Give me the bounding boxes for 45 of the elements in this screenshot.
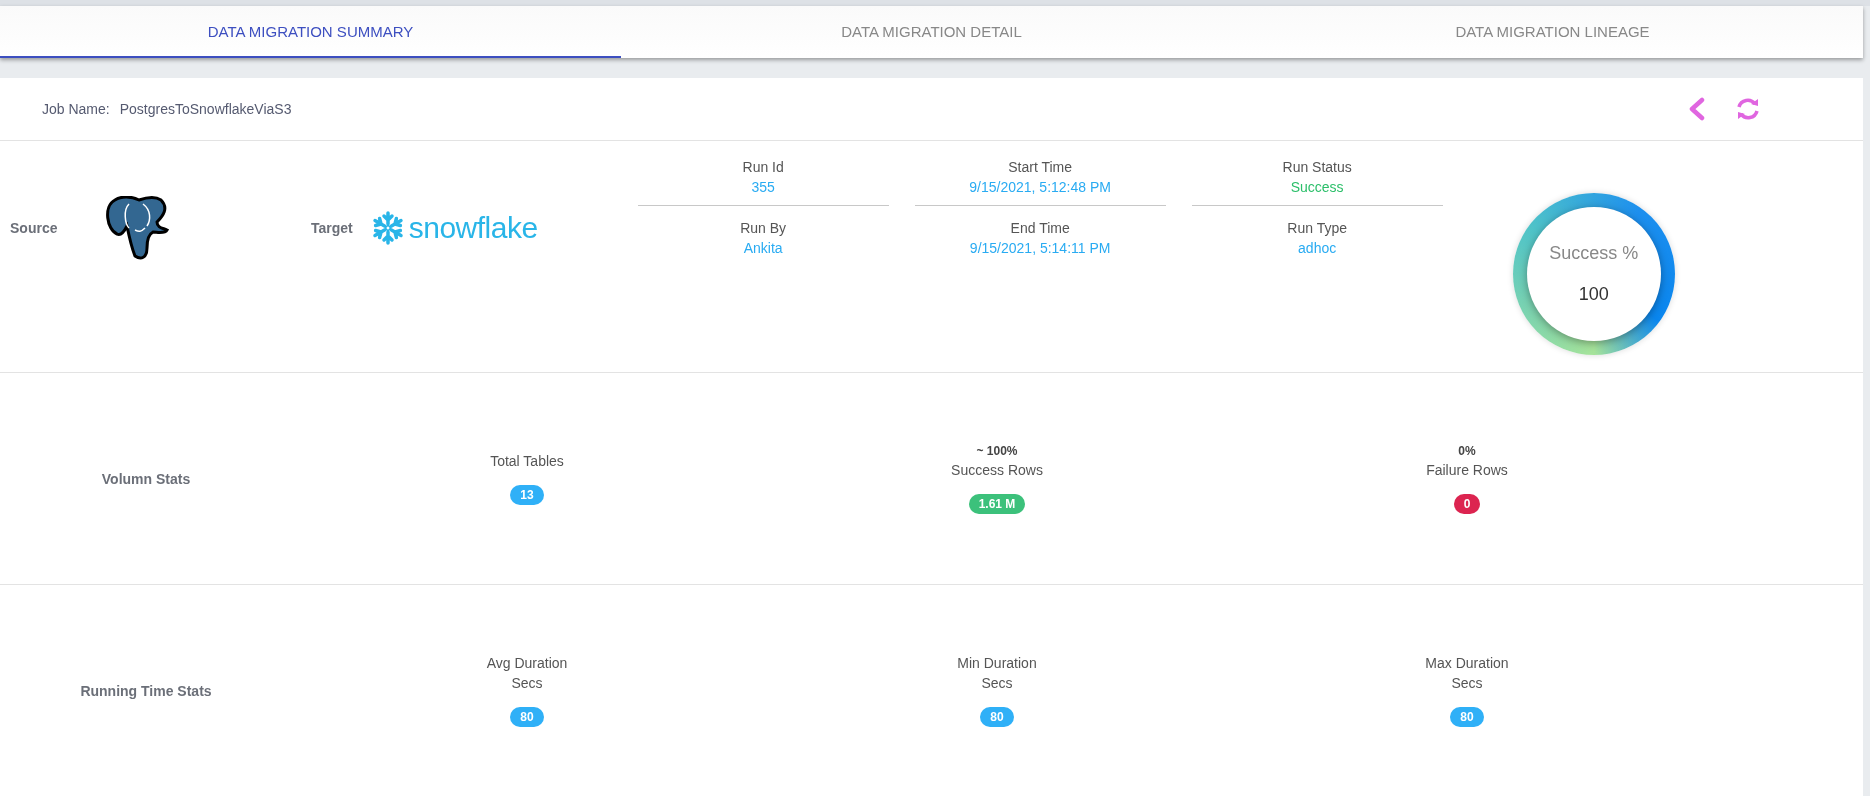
- job-name-label: Job Name:: [42, 101, 110, 117]
- duration-badge: 80: [510, 706, 544, 727]
- duration-badge: 80: [980, 706, 1014, 727]
- stat-percent: 0%: [1458, 443, 1476, 458]
- stat-percent: ~ 100%: [976, 443, 1018, 458]
- snowflake-icon: [370, 211, 405, 245]
- field-label: Run Id: [742, 159, 784, 175]
- tab[interactable]: DATA MIGRATION SUMMARY: [0, 6, 621, 58]
- count-badge: 1.61 M: [968, 493, 1026, 514]
- stat-label: Max Duration: [1425, 654, 1509, 671]
- section-label: Volumn Stats: [100, 470, 192, 487]
- field-value: 9/15/2021, 5:14:11 PM: [969, 240, 1111, 256]
- tab[interactable]: DATA MIGRATION LINEAGE: [1242, 6, 1863, 58]
- field-label: End Time: [1010, 220, 1070, 236]
- count-badge: 13: [510, 484, 544, 505]
- stat-label: Success Rows: [951, 461, 1043, 478]
- refresh-icon[interactable]: [1735, 97, 1761, 121]
- section-label: Running Time Stats: [79, 682, 213, 699]
- success-value: 100: [1578, 284, 1609, 305]
- stat-label: Failure Rows: [1426, 461, 1508, 478]
- field-label: Run Status: [1282, 159, 1352, 175]
- elephant-icon: [105, 196, 171, 260]
- field-label: Run By: [740, 220, 787, 236]
- stat-label: Avg Duration: [486, 654, 568, 671]
- duration-badge: 80: [1450, 706, 1484, 727]
- target-label: Target: [311, 220, 353, 236]
- stat-unit: Secs: [981, 674, 1013, 691]
- stat-unit: Secs: [1451, 674, 1483, 691]
- field-value: Ankita: [743, 240, 783, 256]
- field-label: Start Time: [1008, 159, 1073, 175]
- field-value: Success: [1290, 179, 1344, 195]
- field-value: 355: [751, 179, 775, 195]
- logo-text: snowflake: [408, 211, 538, 245]
- back-icon[interactable]: [1687, 97, 1705, 121]
- stat-label: Total Tables: [490, 452, 564, 469]
- stat-unit: Secs: [511, 674, 543, 691]
- field-label: Run Type: [1287, 220, 1347, 236]
- count-badge: 0: [1453, 493, 1481, 514]
- stat-label: Min Duration: [957, 654, 1037, 671]
- field-value: 9/15/2021, 5:12:48 PM: [969, 179, 1111, 195]
- job-name: PostgresToSnowflakeViaS3: [119, 101, 292, 117]
- source-label: Source: [9, 220, 59, 236]
- tab[interactable]: DATA MIGRATION DETAIL: [621, 6, 1242, 58]
- success-label: Success %: [1549, 243, 1639, 264]
- field-value: adhoc: [1298, 240, 1337, 256]
